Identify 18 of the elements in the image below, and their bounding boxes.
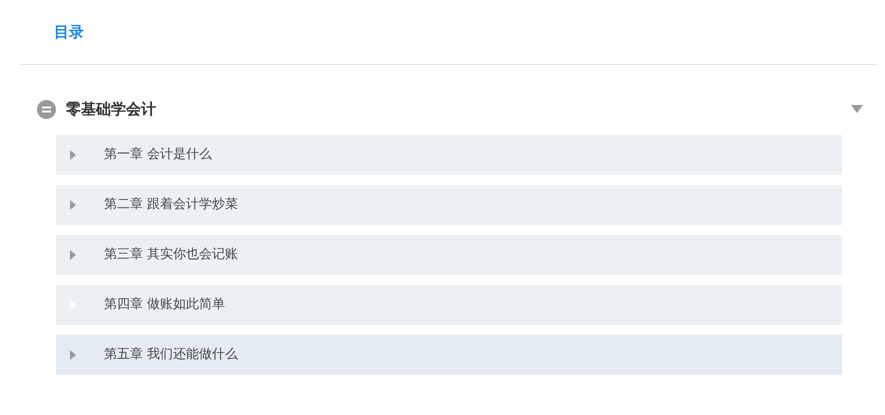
section-title: 零基础学会计 (66, 98, 157, 120)
chapter-item[interactable]: 第三章 其实你也会记账 (56, 235, 842, 275)
expand-arrow-icon[interactable] (70, 150, 76, 160)
chapter-title: 第四章 做账如此简单 (104, 296, 226, 314)
chapter-item[interactable]: 第四章 做账如此简单 (56, 285, 842, 325)
chapter-title: 第五章 我们还能做什么 (104, 346, 238, 364)
contents-tab[interactable]: 目录 (54, 20, 84, 44)
collapse-icon[interactable] (37, 100, 56, 118)
chapter-title: 第一章 会计是什么 (104, 146, 212, 164)
chapter-title: 第二章 跟着会计学炒菜 (104, 196, 238, 214)
expand-arrow-icon[interactable] (70, 250, 76, 260)
chapter-item[interactable]: 第一章 会计是什么 (56, 135, 842, 175)
expand-arrow-icon[interactable] (70, 350, 76, 360)
chapter-title: 第三章 其实你也会记账 (104, 246, 238, 264)
chapter-item[interactable]: 第二章 跟着会计学炒菜 (56, 185, 842, 225)
chapter-item[interactable]: 第五章 我们还能做什么 (56, 335, 842, 375)
expand-arrow-icon[interactable] (70, 200, 76, 210)
caret-icon[interactable] (851, 105, 863, 113)
